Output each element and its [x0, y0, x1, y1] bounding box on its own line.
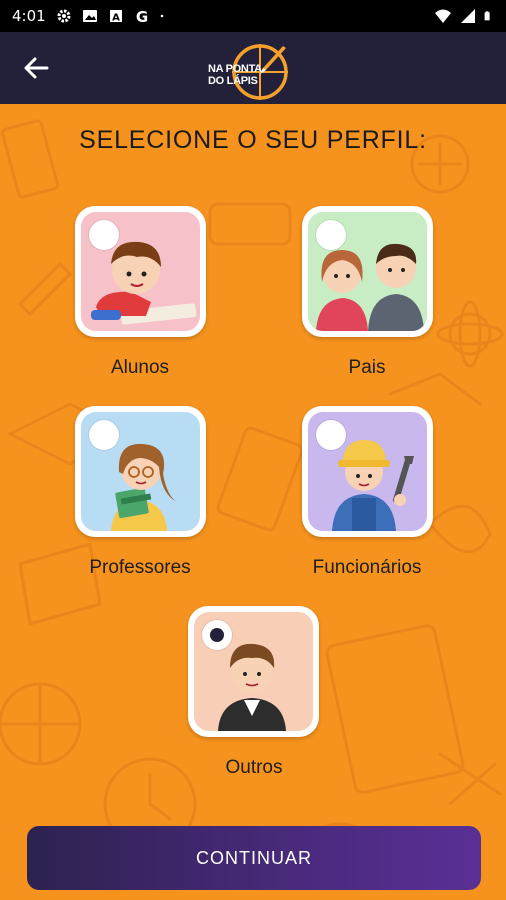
google-g-icon: G [136, 8, 148, 24]
radio-pais[interactable] [316, 220, 346, 250]
page-title: SELECIONE O SEU PERFIL: [79, 126, 427, 154]
profile-label-alunos: Alunos [110, 357, 170, 378]
radio-alunos[interactable] [89, 220, 119, 250]
radio-professores[interactable] [89, 420, 119, 450]
wifi-icon [435, 9, 451, 23]
profile-card-professores[interactable] [75, 406, 206, 537]
status-bar: 4:01 A G [0, 0, 506, 32]
profile-label-funcionarios: Funcionários [312, 557, 422, 578]
profile-card-pais[interactable] [302, 206, 433, 337]
profile-label-outros: Outros [225, 757, 283, 778]
radio-funcionarios[interactable] [316, 420, 346, 450]
signal-icon [461, 9, 475, 23]
profile-card-alunos[interactable] [75, 206, 206, 337]
profile-image-outros [194, 612, 313, 731]
profile-image-alunos [81, 212, 200, 331]
arrow-left-icon [24, 57, 49, 79]
dot-icon [160, 14, 163, 18]
photo-icon [82, 10, 97, 22]
profile-image-pais [308, 212, 427, 331]
svg-text:G: G [136, 8, 148, 24]
logo-text-line2: DO LÁPIS [208, 75, 258, 87]
profile-label-pais: Pais [348, 357, 386, 378]
profile-card-outros[interactable] [188, 606, 319, 737]
continue-button[interactable]: CONTINUAR [27, 826, 481, 890]
battery-icon [484, 11, 490, 21]
app-bar: NA PONTA DO LÁPIS [0, 32, 506, 104]
profile-image-funcionarios [308, 412, 427, 531]
gear-icon [57, 9, 71, 23]
logo-text-line1: NA PONTA [208, 63, 262, 75]
app-logo: NA PONTA DO LÁPIS [200, 40, 300, 100]
profile-card-funcionarios[interactable] [302, 406, 433, 537]
svg-text:A: A [112, 13, 120, 24]
profile-label-professores: Professores [89, 557, 191, 578]
a-box-icon: A [109, 10, 122, 24]
status-time: 4:01 [12, 7, 46, 25]
profile-image-professores [81, 412, 200, 531]
radio-outros[interactable] [202, 620, 232, 650]
back-button[interactable] [18, 52, 54, 84]
